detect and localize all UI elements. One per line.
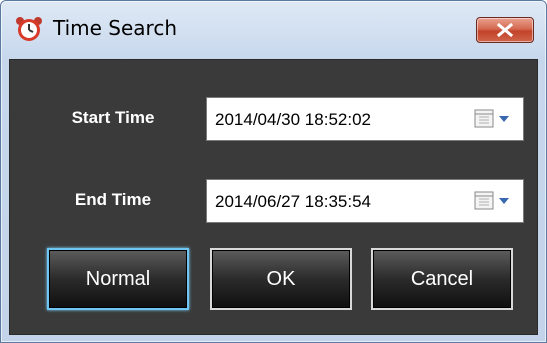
start-time-label: Start Time (71, 108, 155, 127)
alarm-clock-icon (16, 17, 42, 41)
start-time-value[interactable]: 2014/04/30 18:52:02 (215, 109, 371, 131)
window-title: Time Search (53, 16, 178, 40)
ok-button[interactable]: OK (210, 248, 352, 310)
end-time-field[interactable]: 2014/06/27 18:35:54 (206, 179, 524, 223)
close-button[interactable] (476, 17, 534, 43)
close-icon (496, 23, 514, 37)
cancel-button[interactable]: Cancel (371, 248, 513, 310)
normal-button[interactable]: Normal (47, 248, 189, 310)
title-bar[interactable]: Time Search (1, 1, 546, 59)
end-time-value[interactable]: 2014/06/27 18:35:54 (215, 191, 371, 213)
calendar-dropdown-icon[interactable] (471, 107, 515, 131)
time-search-dialog: Time Search Start Time 2014/04/30 18:52:… (0, 0, 547, 343)
calendar-dropdown-icon[interactable] (471, 189, 515, 213)
end-time-label: End Time (74, 190, 152, 209)
start-time-field[interactable]: 2014/04/30 18:52:02 (206, 97, 524, 141)
